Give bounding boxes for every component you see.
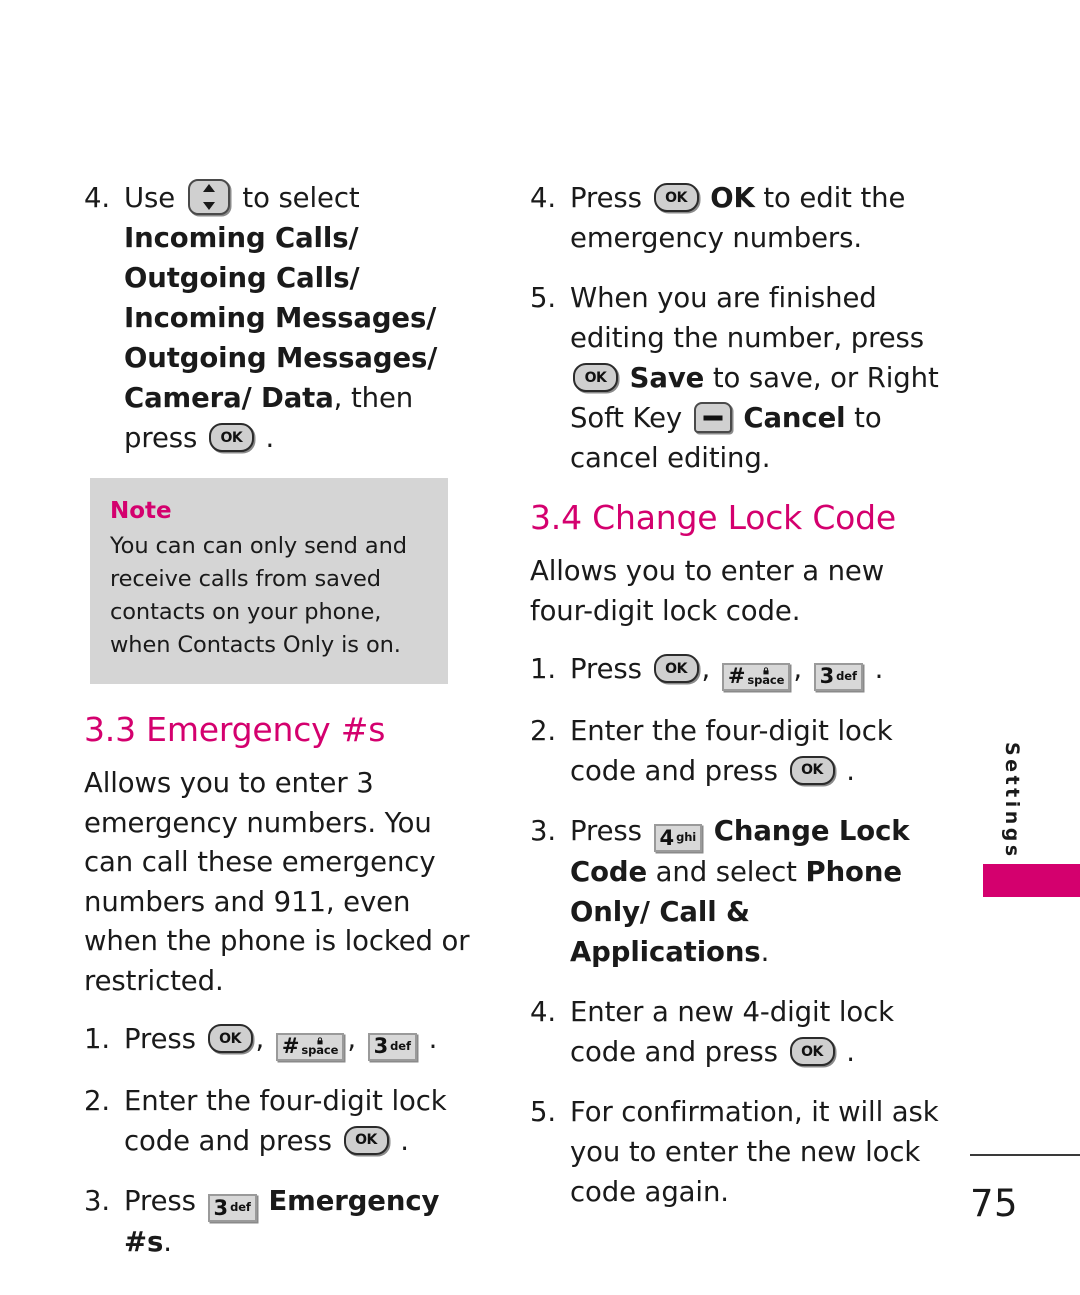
step-text: .: [163, 1226, 172, 1258]
list-item: 5. For confirmation, it will ask you to e…: [530, 1092, 950, 1212]
step-text: Enter the four-digit lock code and press: [124, 1084, 447, 1157]
ok-key-icon: OK: [789, 755, 835, 785]
section-heading-3-4: 3.4 Change Lock Code: [530, 498, 897, 537]
ok-key-icon: OK: [208, 423, 254, 452]
right-soft-key-icon: [693, 402, 732, 433]
list-item: 3. Press 3 def Emergency #s.: [84, 1181, 488, 1263]
list-item: 4. Press OK OK to edit the emergency numb…: [530, 178, 950, 258]
step-text: .: [760, 936, 770, 968]
comma: ,: [793, 653, 802, 685]
step-text: .: [428, 1023, 438, 1055]
section-heading-3-3: 3.3 Emergency #s: [84, 710, 386, 749]
step-text: .: [265, 422, 275, 454]
section-intro: Allows you to enter a new four-digit loc…: [530, 555, 885, 627]
step-number: 4.: [530, 182, 557, 214]
side-tab-label: Settings: [1001, 742, 1023, 860]
ok-key-icon: OK: [789, 1037, 835, 1066]
list-item: 3. Press 4 ghi Change Lock Code and select…: [530, 811, 950, 973]
step-text: Press: [570, 182, 642, 214]
cancel-label-bold: Cancel: [743, 402, 846, 434]
step-number: 2.: [530, 714, 557, 747]
ok-key-icon: OK: [207, 1024, 253, 1053]
step-text: Press: [570, 814, 642, 847]
list-item: 2. Enter the four-digit lock code and pre…: [84, 1081, 488, 1161]
footer-divider: [970, 1154, 1080, 1156]
note-box: Note You can can only send and receive c…: [90, 478, 448, 684]
step-number: 4.: [84, 182, 111, 214]
ok-key-icon: OK: [653, 183, 699, 212]
step-text: Use: [124, 182, 176, 214]
list-item: 4. Enter a new 4-digit lock code and pres…: [530, 992, 950, 1072]
list-item: 4. Use to select Incoming Calls/ Outgoing…: [84, 178, 488, 458]
ok-key-icon: OK: [573, 363, 618, 392]
step-text: .: [874, 653, 884, 685]
ok-key-icon: OK: [343, 1125, 389, 1155]
ok-key-icon: OK: [653, 654, 699, 683]
navigation-key-icon: [187, 179, 230, 215]
comma: ,: [347, 1023, 356, 1055]
page-number: 75: [970, 1182, 1019, 1225]
step-text: .: [400, 1124, 409, 1157]
step-text: and select: [655, 856, 797, 888]
right-column: 4. Press OK OK to edit the emergency numb…: [530, 178, 950, 1232]
hash-space-key-icon: # space: [275, 1032, 345, 1061]
step-number: 3.: [84, 1184, 111, 1217]
step-text: Press: [570, 653, 642, 685]
ok-label-bold: OK: [710, 182, 755, 214]
step-number: 4.: [530, 996, 557, 1028]
note-title: Note: [110, 498, 172, 524]
step-text: .: [846, 1036, 855, 1068]
three-def-key-icon: 3 def: [367, 1032, 417, 1061]
hash-space-key-icon: # space: [721, 662, 791, 691]
step-number: 2.: [84, 1084, 111, 1117]
save-label-bold: Save: [629, 362, 705, 394]
step-number: 3.: [530, 814, 557, 847]
step-number: 5.: [530, 282, 557, 314]
step-number: 1.: [84, 1023, 111, 1055]
step-text: to select: [242, 182, 360, 214]
step-text: When you are finished editing the number…: [570, 282, 924, 354]
step-text: Press: [124, 1184, 196, 1217]
step-text: .: [846, 754, 855, 787]
comma: ,: [255, 1023, 265, 1055]
three-def-key-icon: 3 def: [207, 1194, 257, 1222]
list-item: 1. Press OK, # space , 3 def .: [530, 649, 950, 691]
four-ghi-key-icon: 4 ghi: [653, 824, 703, 852]
list-item: 5. When you are finished editing the numb…: [530, 278, 950, 478]
manual-page: 4. Use to select Incoming Calls/ Outgoing…: [0, 0, 1080, 1295]
note-body: You can can only send and receive calls …: [110, 533, 407, 658]
step-text: Enter the four-digit lock code and press: [570, 714, 893, 787]
three-def-key-icon: 3 def: [813, 662, 863, 691]
step-text: For confirmation, it will ask you to ent…: [570, 1096, 939, 1208]
list-item: 1. Press OK, # space , 3 def .: [84, 1019, 488, 1061]
step-number: 5.: [530, 1096, 557, 1128]
list-item: 2. Enter the four-digit lock code and pre…: [530, 711, 950, 791]
side-tab-bar: [983, 864, 1080, 897]
left-column: 4. Use to select Incoming Calls/ Outgoing…: [84, 178, 488, 1282]
section-intro: Allows you to enter 3 emergency numbers.…: [84, 767, 470, 997]
comma: ,: [701, 653, 711, 685]
step-number: 1.: [530, 653, 557, 685]
step-text: Press: [124, 1023, 196, 1055]
